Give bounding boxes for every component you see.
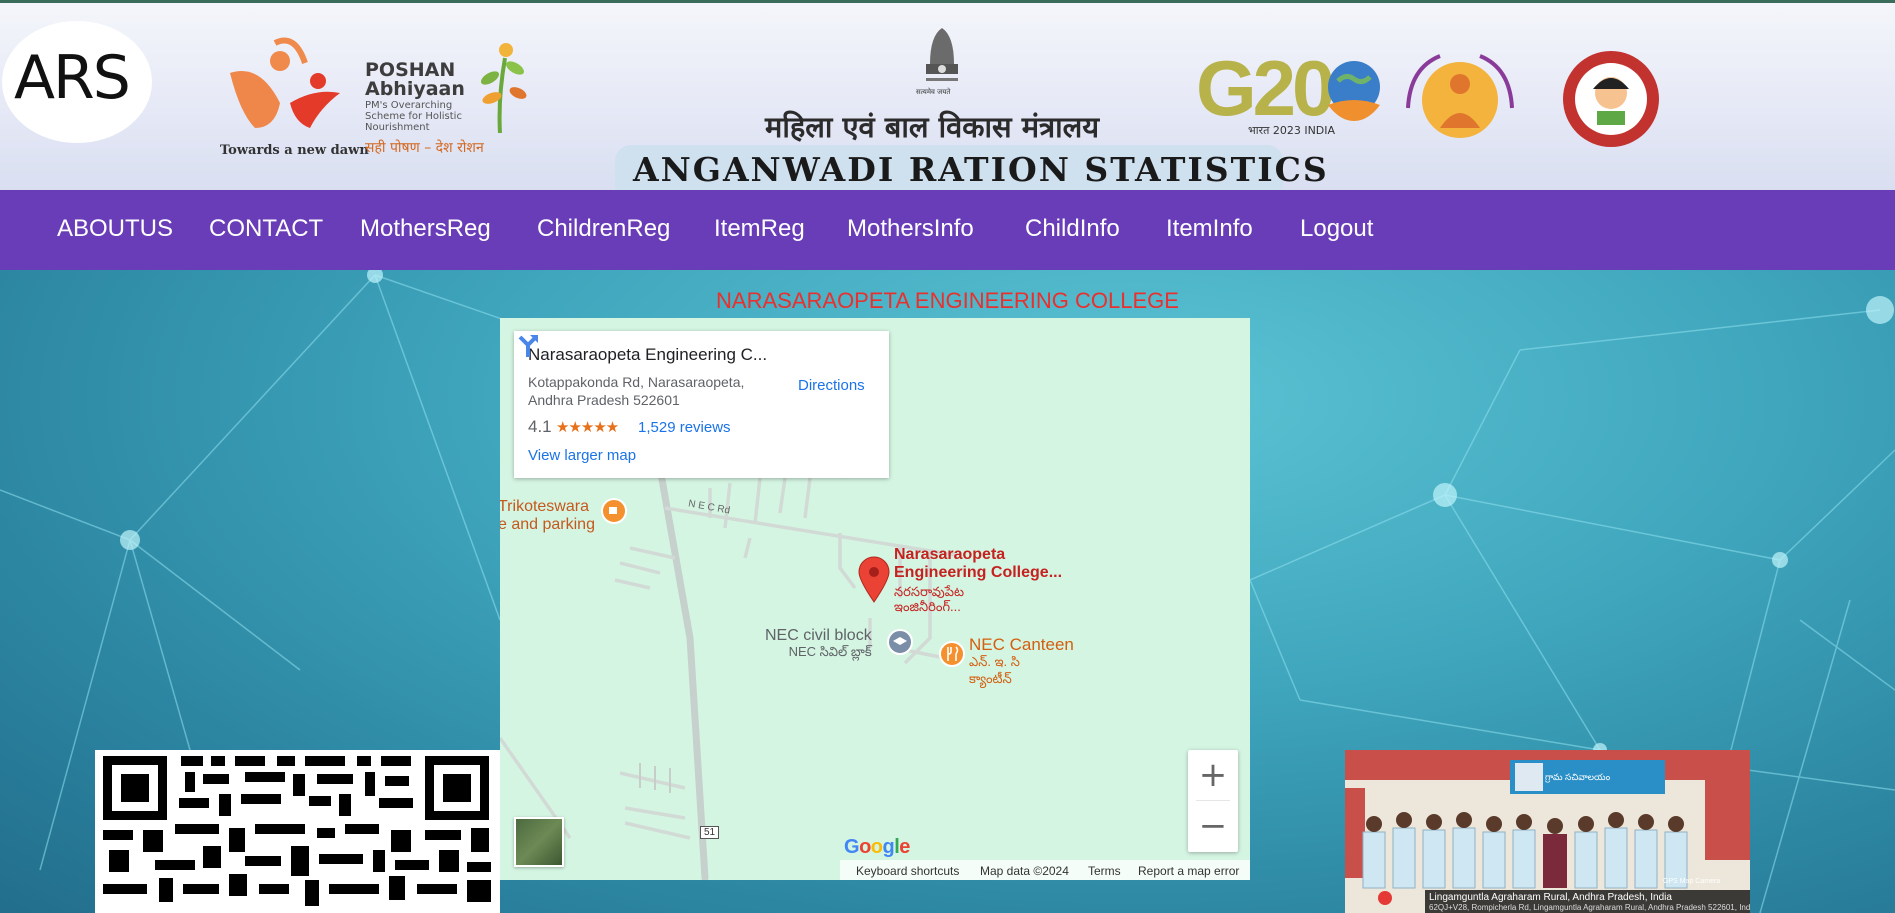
poshan-subtitle: PM's Overarching Scheme for Holistic Nou… <box>365 100 462 133</box>
nav-item-aboutus[interactable]: ABOUTUS <box>57 215 173 243</box>
poshan-leaf-icon <box>480 43 527 133</box>
g20-globe-icon <box>1328 61 1380 121</box>
keyboard-shortcuts-link[interactable]: Keyboard shortcuts <box>856 864 959 878</box>
poshan-title: POSHAN Abhiyaan <box>365 59 465 100</box>
sign-text: గ్రామ సచివాలయం <box>1545 772 1611 782</box>
national-emblem-icon <box>926 28 958 81</box>
restaurant-icon[interactable] <box>938 640 966 668</box>
ars-logo-text: ARS <box>14 43 131 113</box>
college-title: NARASARAOPETA ENGINEERING COLLEGE <box>716 288 1179 313</box>
site-title: ANGANWADI RATION STATISTICS <box>633 150 1329 189</box>
matru-vandana-logo <box>1406 54 1514 138</box>
poshan-family-logo <box>230 37 340 128</box>
google-logo: Google <box>844 836 910 858</box>
pin-label-college: Narasaraopeta Engineering College... <box>894 546 1063 581</box>
location-pin-icon[interactable] <box>857 556 891 604</box>
school-icon[interactable] <box>886 628 914 656</box>
nav-item-logout[interactable]: Logout <box>1300 215 1373 243</box>
star-rating-icon: ★★★★★ <box>556 419 619 436</box>
satellite-toggle[interactable] <box>514 817 564 867</box>
team-photo: గ్రామ సచివాలయం GPS Map Camera Lingamgunt… <box>1345 750 1750 913</box>
cafe-icon[interactable] <box>601 498 627 524</box>
qr-code <box>95 750 500 913</box>
directions-button[interactable]: Directions <box>798 377 865 394</box>
view-larger-map-link[interactable]: View larger map <box>528 447 636 464</box>
report-map-error-link[interactable]: Report a map error <box>1138 864 1239 878</box>
emblem-caption: सत्यमेव जयते <box>916 88 951 96</box>
nav-item-contact[interactable]: CONTACT <box>209 215 323 243</box>
place-title: Narasaraopeta Engineering C... <box>528 345 768 364</box>
g20-subtitle: भारत 2023 INDIA <box>1248 124 1336 137</box>
pin-label-college-telugu: నరసరావుపేట ఇంజినీరింగ్... <box>894 584 964 614</box>
place-rating: 4.1 <box>528 417 552 436</box>
main-nav: ABOUTUS CONTACT MothersReg ChildrenReg I… <box>0 190 1895 270</box>
beti-bachao-logo <box>1563 51 1659 147</box>
poi-trikoteswara[interactable]: Trikoteswara e and parking <box>500 498 595 534</box>
poi-civil-block[interactable]: NEC civil block NEC సివిల్ బ్లాక్ <box>765 628 872 660</box>
nav-item-mothersinfo[interactable]: MothersInfo <box>847 215 974 243</box>
g20-logo-text: G20 <box>1196 44 1335 132</box>
nav-item-childrenreg[interactable]: ChildrenReg <box>537 215 670 243</box>
zoom-out-button[interactable]: − <box>1188 801 1238 851</box>
route-shield-51: 51 <box>700 826 720 839</box>
qr-code-image <box>103 756 491 906</box>
poshan-tagline: Towards a new dawn <box>220 143 369 158</box>
zoom-in-button[interactable]: + <box>1188 750 1238 800</box>
nav-item-iteminfo[interactable]: ItemInfo <box>1166 215 1253 243</box>
photo-caption: Lingamguntla Agraharam Rural, Andhra Pra… <box>1425 890 1750 913</box>
gps-camera-label: GPS Map Camera <box>1663 878 1721 885</box>
map-footer: Keyboard shortcuts Map data ©2024 Terms … <box>840 860 1250 880</box>
nav-item-mothersreg[interactable]: MothersReg <box>360 215 491 243</box>
poshan-hindi-slogan: सही पोषण – देश रोशन <box>365 140 484 156</box>
nav-item-itemreg[interactable]: ItemReg <box>714 215 805 243</box>
poi-nec-canteen[interactable]: NEC Canteen ఎన్. ఇ. సి క్యాంటీన్ <box>969 636 1074 687</box>
terms-link[interactable]: Terms <box>1088 864 1121 878</box>
place-address: Kotappakonda Rd, Narasaraopeta, Andhra P… <box>528 374 745 408</box>
zoom-control: + − <box>1188 750 1238 852</box>
ministry-title-hindi: महिला एवं बाल विकास मंत्रालय <box>765 110 1100 144</box>
nav-item-childinfo[interactable]: ChildInfo <box>1025 215 1120 243</box>
google-map-embed[interactable]: Narasaraopeta Engineering C... Kotappako… <box>500 318 1250 880</box>
place-info-card: Narasaraopeta Engineering C... Kotappako… <box>514 331 889 478</box>
map-data-label: Map data ©2024 <box>980 864 1069 878</box>
reviews-link[interactable]: 1,529 reviews <box>638 419 731 436</box>
directions-icon[interactable] <box>514 331 542 359</box>
